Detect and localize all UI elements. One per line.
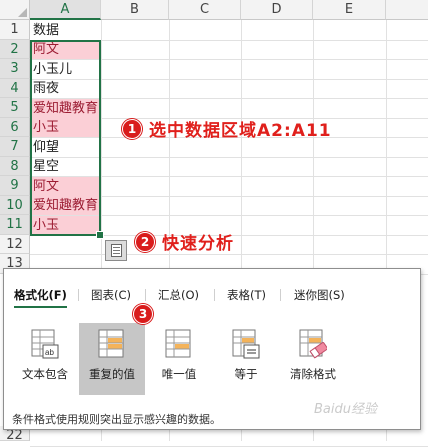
clear-format-icon [299,329,327,359]
option-equal-to[interactable]: 等于 [213,323,279,395]
row-header[interactable]: 10 [0,195,30,215]
column-header-b[interactable]: B [101,0,169,20]
row-header[interactable]: 3 [0,59,30,79]
equal-to-icon [232,329,260,359]
annotation-text: 选中数据区域A2:A11 [149,121,332,141]
spreadsheet: A B C D E 1 数据 2 阿文 3 小玉儿 4 雨夜 5 爱知趣教育 6 小玉 7 仰望 8 星空 9 阿… [0,0,428,447]
row-header[interactable]: 4 [0,78,30,98]
tab-separator [78,289,79,301]
row-header[interactable]: 9 [0,176,30,196]
quick-analysis-icon [111,244,122,257]
tab-separator [145,289,146,301]
column-header-c[interactable]: C [169,0,241,20]
tab-totals[interactable]: 汇总(O) [158,283,199,307]
tab-formatting[interactable]: 格式化(F) [14,283,67,308]
option-label: 等于 [234,367,258,381]
step-number-badge: 2 [135,231,155,252]
column-header-f[interactable] [386,0,428,20]
annotation-text: 快速分析 [162,234,234,254]
option-duplicate-values[interactable]: 重复的值 [79,323,145,395]
column-header-e[interactable]: E [313,0,386,20]
row-header[interactable]: 12 [0,234,30,254]
tab-separator [214,289,215,301]
row-header[interactable]: 7 [0,137,30,157]
annotation-step-1: 1 选中数据区域A2:A11 [122,116,332,141]
tab-tables[interactable]: 表格(T) [227,283,266,307]
cell-a12[interactable] [31,235,100,254]
selection-range-a2-a11 [30,40,101,236]
option-text-contains[interactable]: ab 文本包含 [12,323,78,395]
watermark: Baidu经验 [314,402,377,417]
column-header-a[interactable]: A [30,0,101,20]
option-label: 重复的值 [89,367,135,381]
row-header[interactable]: 8 [0,156,30,176]
tab-sparklines[interactable]: 迷你图(S) [294,283,345,307]
column-header-d[interactable]: D [241,0,313,20]
select-all-corner[interactable] [0,0,30,20]
cell-a1[interactable]: 数据 [31,21,100,40]
row-header[interactable]: 5 [0,98,30,118]
quick-analysis-button[interactable] [105,240,127,261]
step-number-badge: 1 [122,118,142,139]
row-header[interactable]: 2 [0,39,30,59]
row-header[interactable]: 11 [0,215,30,235]
annotation-step-2: 2 快速分析 [135,229,234,254]
duplicate-values-icon [98,329,124,358]
text-contains-icon: ab [31,329,59,359]
tab-separator [280,289,281,301]
option-label: 文本包含 [22,367,68,381]
svg-text:ab: ab [45,348,54,357]
row-header[interactable]: 1 [0,20,30,40]
tab-charts[interactable]: 图表(C) [91,283,131,307]
step-number-badge: 3 [133,304,153,324]
option-label: 清除格式 [290,367,336,381]
fill-handle[interactable] [96,231,104,239]
unique-values-icon [165,329,191,358]
option-clear-format[interactable]: 清除格式 [280,323,346,395]
row-header[interactable]: 6 [0,117,30,137]
panel-description: 条件格式使用规则突出显示感兴趣的数据。 [12,413,221,426]
quick-analysis-tabs: 格式化(F) 图表(C) 汇总(O) 表格(T) 迷你图(S) [4,283,420,308]
gridline [30,445,428,447]
option-unique-values[interactable]: 唯一值 [146,323,212,395]
option-label: 唯一值 [161,367,197,381]
